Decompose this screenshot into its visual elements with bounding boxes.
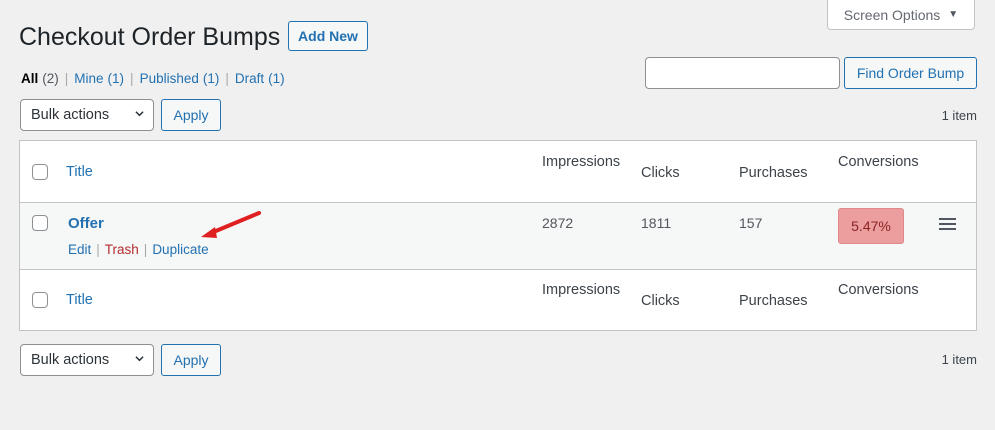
filter-draft-label[interactable]: Draft: [235, 71, 264, 86]
chevron-down-icon: [135, 111, 144, 117]
screen-options-label: Screen Options: [843, 6, 941, 23]
screen-options-button[interactable]: Screen Options ▼: [827, 0, 975, 30]
menu-icon[interactable]: [939, 218, 956, 231]
select-all-checkbox-footer[interactable]: [32, 292, 48, 308]
filter-draft-count[interactable]: (1): [268, 71, 285, 86]
column-purchases: Purchases: [739, 165, 808, 181]
filter-published[interactable]: Published (1): [140, 71, 220, 86]
bulk-actions-value-bottom: Bulk actions: [31, 352, 110, 368]
bulk-actions-value: Bulk actions: [31, 107, 110, 123]
filter-draft[interactable]: Draft (1): [235, 71, 285, 86]
row-actions: Edit | Trash | Duplicate: [68, 242, 209, 257]
clicks-value: 1811: [641, 215, 672, 231]
search-input[interactable]: [645, 57, 840, 89]
table-header-row: Title Impressions Clicks Purchases Conve…: [20, 141, 976, 203]
bulk-actions-select[interactable]: Bulk actions: [20, 99, 154, 131]
table-footer-row: Title Impressions Clicks Purchases Conve…: [20, 270, 976, 330]
add-new-button[interactable]: Add New: [288, 21, 368, 51]
edit-link[interactable]: Edit: [68, 242, 91, 257]
row-checkbox[interactable]: [32, 215, 48, 231]
status-filter-links: All (2) | Mine (1) | Published (1) | Dra…: [21, 71, 285, 86]
order-bumps-table: Title Impressions Clicks Purchases Conve…: [19, 140, 977, 331]
filter-all-count: (2): [42, 71, 59, 86]
filter-all[interactable]: All (2): [21, 71, 59, 86]
filter-separator: |: [64, 71, 69, 86]
table-row: Offer Edit | Trash | Duplicate 2872 1811…: [20, 203, 976, 270]
page-title: Checkout Order Bumps: [19, 23, 281, 51]
chevron-down-icon: [135, 356, 144, 362]
filter-published-label[interactable]: Published: [140, 71, 199, 86]
purchases-value: 157: [739, 215, 763, 231]
column-title[interactable]: Title: [66, 164, 93, 180]
filter-published-count[interactable]: (1): [203, 71, 220, 86]
filter-separator: |: [225, 71, 229, 86]
apply-button[interactable]: Apply: [161, 99, 221, 131]
filter-all-label: All: [21, 71, 39, 86]
action-separator: |: [143, 242, 148, 257]
column-clicks: Clicks: [641, 165, 680, 181]
column-title-footer[interactable]: Title: [66, 292, 93, 308]
column-conversions-footer: Conversions: [838, 282, 919, 298]
row-title-link[interactable]: Offer: [68, 215, 104, 232]
filter-mine[interactable]: Mine (1): [74, 71, 124, 86]
duplicate-link[interactable]: Duplicate: [152, 242, 208, 257]
action-separator: |: [96, 242, 100, 257]
page: Screen Options ▼ Checkout Order Bumps Ad…: [0, 0, 995, 430]
filter-separator: |: [130, 71, 134, 86]
caret-down-icon: ▼: [948, 9, 959, 20]
filter-mine-count[interactable]: (1): [108, 71, 125, 86]
trash-link[interactable]: Trash: [105, 242, 139, 257]
column-purchases-footer: Purchases: [739, 293, 808, 309]
conversion-rate-badge: 5.47%: [838, 208, 904, 244]
bulk-actions-select-bottom[interactable]: Bulk actions: [20, 344, 154, 376]
item-count-bottom: 1 item: [941, 352, 977, 367]
filter-mine-label[interactable]: Mine: [74, 71, 103, 86]
apply-button-bottom[interactable]: Apply: [161, 344, 221, 376]
column-impressions: Impressions: [542, 154, 621, 170]
select-all-checkbox[interactable]: [32, 164, 48, 180]
column-clicks-footer: Clicks: [641, 293, 680, 309]
column-conversions: Conversions: [838, 154, 919, 170]
item-count: 1 item: [941, 108, 977, 123]
find-order-bump-button[interactable]: Find Order Bump: [844, 57, 977, 89]
column-impressions-footer: Impressions: [542, 282, 621, 298]
impressions-value: 2872: [542, 215, 574, 231]
